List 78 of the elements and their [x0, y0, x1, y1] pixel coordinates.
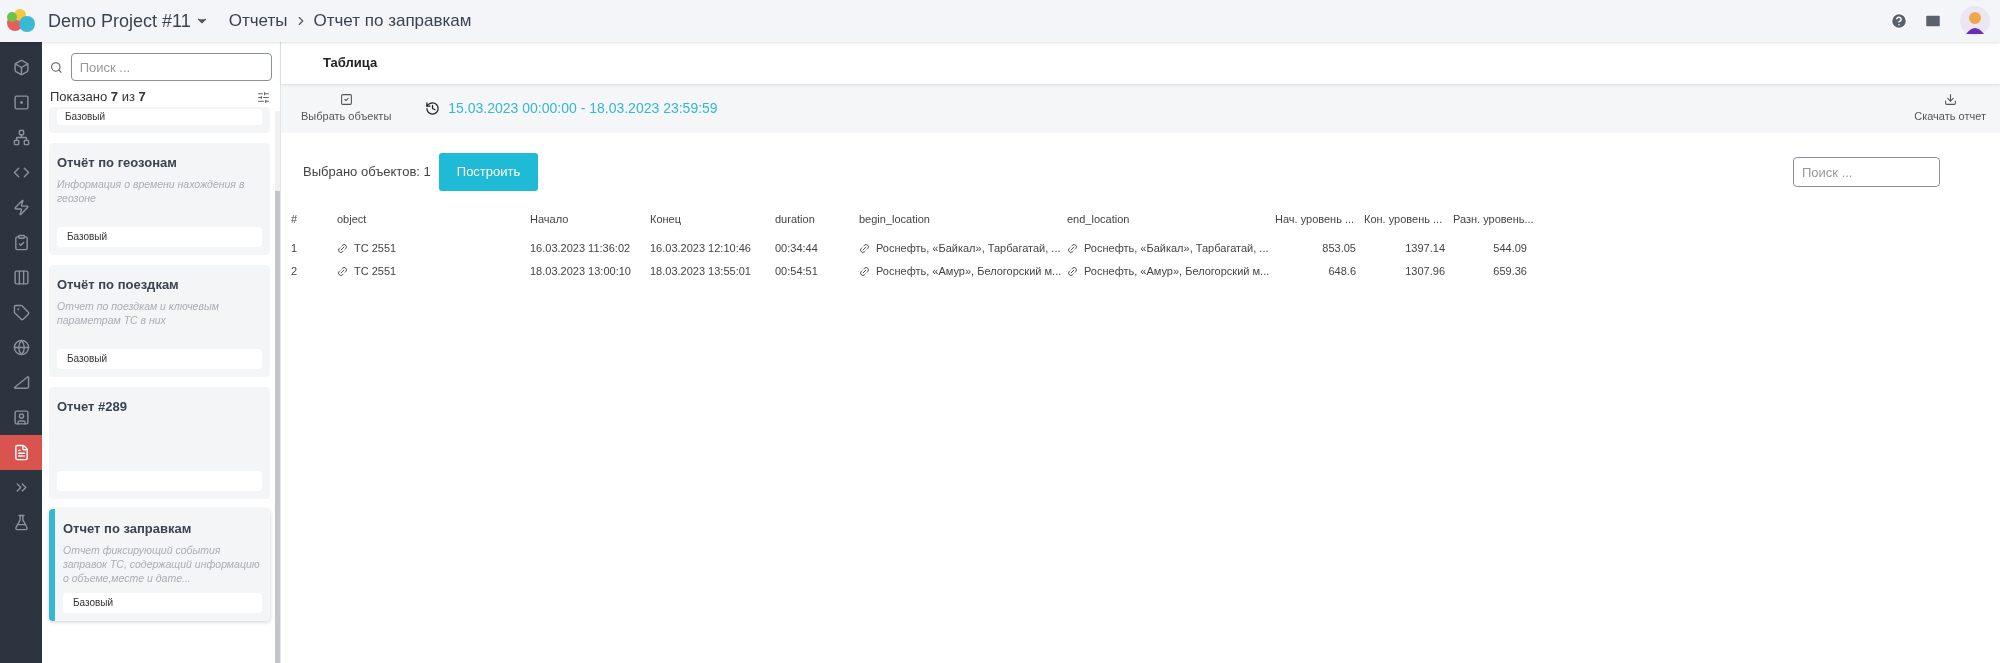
table-cell[interactable]: Роснефть, «Амур», Белогорский м...: [1084, 263, 1270, 280]
history-icon: [425, 101, 441, 116]
tab[interactable]: Таблица: [319, 42, 382, 84]
report-card[interactable]: Отчёт по геозонам Информация о времени нахождения в геозоне Базовый: [49, 143, 270, 255]
shown-count: Показано 7 из 7: [50, 88, 146, 107]
help-icon[interactable]: [1890, 12, 1908, 30]
column-header[interactable]: end_location: [1067, 210, 1275, 228]
search-field[interactable]: Поиск ...: [70, 53, 272, 81]
hierarchy-icon: [12, 129, 30, 146]
checkbox-icon: [339, 92, 353, 106]
table-cell-text: 18.03.2023 13:00:10: [530, 264, 631, 280]
table-cell-text: 00:34:44: [775, 241, 818, 257]
table-cell-text: 648.6: [1328, 264, 1356, 280]
breadcrumb: Отчет по заправкам: [313, 10, 472, 33]
lightning-icon: [12, 199, 30, 216]
column-header[interactable]: begin_location: [859, 210, 1067, 228]
tag-icon: [12, 304, 30, 321]
table-cell-text: 544.09: [1493, 241, 1527, 257]
column-header[interactable]: Начало: [530, 210, 650, 228]
table-cell-text: 853.05: [1322, 241, 1356, 257]
square-icon: [12, 94, 30, 111]
type-tag: Базовый: [57, 349, 262, 369]
column-header[interactable]: Нач. уровень ...: [1275, 210, 1364, 228]
logo-icon: [6, 8, 36, 34]
column-header[interactable]: Кон. уровень ...: [1364, 210, 1453, 228]
report-card[interactable]: Отчёт по поездкам Отчет по поездкам и ключевым параметрам ТС в них Базовый: [49, 265, 270, 377]
report-description: Отчет по поездкам и ключевым параметрам ТС в них: [57, 298, 220, 327]
report-title: Отчёт по поездкам: [57, 276, 180, 294]
download-icon: [1943, 92, 1957, 106]
report-card[interactable]: Базовый: [49, 107, 270, 133]
search-icon: [50, 60, 63, 74]
column-header[interactable]: Разн. уровень...: [1453, 210, 1535, 228]
project-name[interactable]: Demo Project #11: [48, 7, 191, 35]
table-cell-text: 2: [291, 264, 298, 280]
column-header[interactable]: duration: [775, 210, 859, 228]
scrollbar[interactable]: [275, 111, 280, 663]
triangle-icon: [12, 374, 30, 391]
table-cell-text: 16.03.2023 11:36:02: [530, 241, 631, 257]
selected-count: Выбрано объектов: 1: [303, 163, 431, 182]
table-cell[interactable]: Роснефть, «Байкал», Тарбагатай, ...: [1084, 240, 1269, 257]
table-cell-text: 659.36: [1493, 264, 1527, 280]
table-cell-text: 18.03.2023 13:55:01: [650, 264, 751, 280]
report-title: Отчет #289: [57, 398, 128, 416]
report-title: Отчет по заправкам: [63, 520, 193, 538]
table-cell-text: 1397.14: [1405, 241, 1445, 257]
download-report-button[interactable]: Скачать отчет: [1914, 92, 1986, 125]
user-document-icon: [12, 409, 30, 426]
flask-icon: [12, 514, 30, 531]
report-title: Отчёт по геозонам: [57, 154, 178, 172]
report-description: Отчет фиксирующий события заправок ТС, содержащий информацию о объеме,месте и дате...: [63, 542, 261, 585]
type-tag: Базовый: [57, 109, 262, 125]
avatar[interactable]: [1960, 6, 1990, 36]
clipboard-icon: [12, 234, 30, 251]
table-cell-text: 1307.96: [1405, 264, 1445, 280]
table-cell[interactable]: ТС 2551: [354, 240, 397, 257]
table-cell-text: 16.03.2023 12:10:46: [650, 241, 751, 257]
document-icon: [12, 444, 30, 461]
type-tag: Базовый: [57, 227, 262, 247]
column-header[interactable]: Конец: [650, 210, 775, 228]
column-header[interactable]: object: [337, 210, 530, 228]
rail-item[interactable]: [0, 435, 42, 470]
table-cell[interactable]: ТС 2551: [354, 263, 397, 280]
report-description: Информация о времени нахождения в геозоне: [57, 176, 246, 205]
report-card[interactable]: Отчет по заправкам Отчет фиксирующий события заправок ТС, содержащий информацию о объеме,месте и дате... Базовый: [49, 509, 270, 621]
table-cell-text: 1: [291, 241, 298, 257]
filter-icon[interactable]: [257, 90, 270, 104]
cube-icon: [12, 59, 30, 76]
table-search-field[interactable]: Поиск ...: [1793, 157, 1940, 187]
table-cell[interactable]: Роснефть, «Байкал», Тарбагатай, ...: [876, 240, 1061, 257]
table-cell[interactable]: Роснефть, «Амур», Белогорский м...: [876, 263, 1062, 280]
type-tag: Базовый: [63, 593, 262, 613]
report-card[interactable]: Отчет #289: [49, 387, 270, 499]
columns-icon: [12, 269, 30, 286]
column-header[interactable]: #: [291, 210, 337, 228]
select-objects-button[interactable]: Выбрать объекты: [301, 92, 392, 125]
globe-icon: [12, 339, 30, 356]
table-cell-text: 00:54:51: [775, 264, 818, 280]
breadcrumb[interactable]: Отчеты: [228, 8, 288, 34]
